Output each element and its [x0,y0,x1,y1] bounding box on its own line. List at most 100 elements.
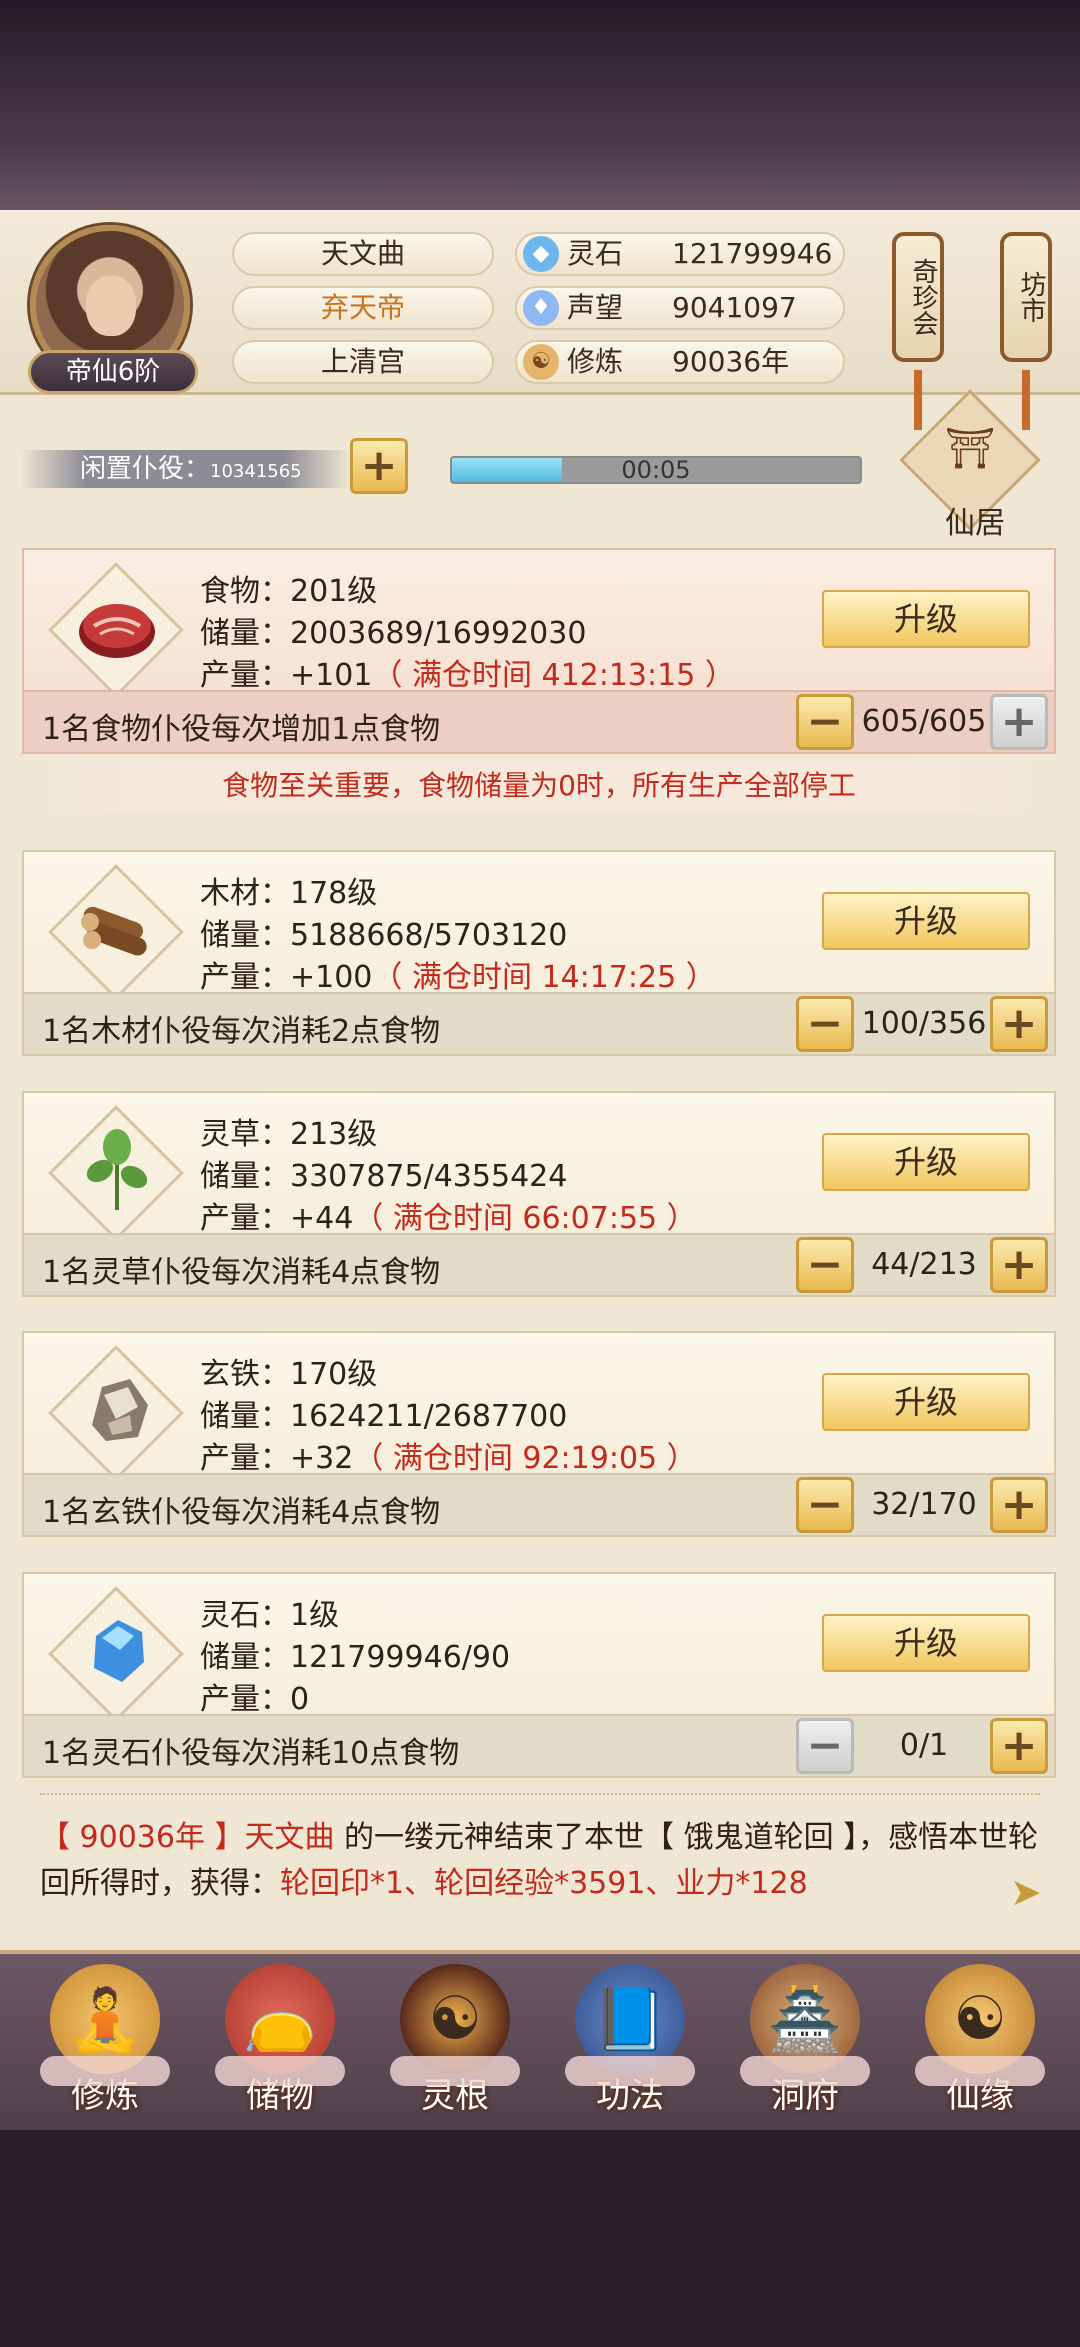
resource-card-food: 食物：201级 储量：2003689/16992030 产量：+101（ 满仓时… [22,548,1056,754]
worker-description: 1名灵石仆役每次消耗10点食物 [42,1736,460,1771]
plus-icon: + [360,440,398,491]
resource-card-herb: 灵草：213级 储量：3307875/4355424 产量：+44（ 满仓时间 … [22,1091,1056,1297]
minus-icon: − [806,1479,844,1530]
worker-count: 32/170 [871,1487,977,1522]
resource-storage: 储量：1624211/2687700 [200,1399,568,1434]
player-name: 天文曲 [232,232,494,276]
tassel-decoration [914,370,922,430]
resource-level: 灵石：1级 [200,1598,340,1633]
divider [40,1793,1040,1803]
decrease-worker-button[interactable]: − [796,694,854,750]
log-player-name: 天文曲 [244,1820,335,1855]
idle-workers: 闲置仆役：10341565 [20,450,350,488]
log-rewards: 轮回印*1、轮回经验*3591、业力*128 [280,1866,808,1901]
increase-worker-button[interactable]: + [990,996,1048,1052]
full-time: （ 满仓时间 92:19:05 ） [353,1441,697,1476]
resource-card-wood: 木材：178级 储量：5188668/5703120 产量：+100（ 满仓时间… [22,850,1056,1056]
worker-description: 1名木材仆役每次消耗2点食物 [42,1014,441,1049]
worker-description: 1名食物仆役每次增加1点食物 [42,712,441,747]
market-label: 坊市 [1016,271,1046,323]
decrease-worker-button[interactable]: − [796,1718,854,1774]
nav-spirit-root[interactable]: ☯ 灵根 [380,1964,530,2124]
minus-icon: − [806,1239,844,1290]
reputation-icon: ♦ [523,290,559,326]
resource-storage: 储量：121799946/90 [200,1640,511,1675]
player-title: 弃天帝 [232,286,494,330]
nav-technique[interactable]: 📘 功法 [555,1964,705,2124]
resource-level: 木材：178级 [200,876,378,911]
event-log: 【 90036年 】天文曲 的一缕元神结束了本世【 饿鬼道轮回 】，感悟本世轮回… [40,1815,1040,1907]
worker-count: 44/213 [871,1247,977,1282]
nav-storage[interactable]: 👝 储物 [205,1964,355,2124]
worker-bar: 1名木材仆役每次消耗2点食物 − 100/356 + [24,992,1054,1054]
market-button[interactable]: 坊市 [1000,232,1052,362]
resource-card-iron: 玄铁：170级 储量：1624211/2687700 产量：+32（ 满仓时间 … [22,1331,1056,1537]
rank-badge: 帝仙6阶 [28,350,198,394]
stat-spirit-stone: ◆ 灵石 121799946 [515,232,845,276]
upgrade-button[interactable]: 升级 [822,1614,1030,1672]
worker-count: 100/356 [861,1006,987,1041]
resource-level: 灵草：213级 [200,1117,378,1152]
stat-cultivation: ☯ 修炼 90036年 [515,340,845,384]
upgrade-button[interactable]: 升级 [822,1373,1030,1431]
increase-worker-button[interactable]: + [990,1718,1048,1774]
nav-immortal-fate[interactable]: ☯ 仙缘 [905,1964,1055,2124]
progress-timer: 00:05 [621,456,691,484]
iron-ore-icon [48,1345,184,1481]
nav-cave-dwelling[interactable]: 🏯 洞府 [730,1964,880,2124]
plus-icon: + [1000,1479,1038,1530]
player-sect: 上清宫 [232,340,494,384]
increase-worker-button[interactable]: + [990,694,1048,750]
add-worker-button[interactable]: + [350,438,408,494]
minus-icon: − [806,998,844,1049]
cultivation-icon: ☯ [523,344,559,380]
full-time: （ 满仓时间 412:13:15 ） [372,658,735,693]
recruit-progress-bar: 00:05 [450,456,862,484]
pagoda-icon: ⛩ [944,426,996,472]
upgrade-button[interactable]: 升级 [822,1133,1030,1191]
resource-yield: 产量：+32（ 满仓时间 92:19:05 ） [200,1441,697,1476]
food-warning: 食物至关重要，食物储量为0时，所有生产全部停工 [22,760,1056,812]
plus-icon: + [1000,1720,1038,1771]
upgrade-button[interactable]: 升级 [822,590,1030,648]
decrease-worker-button[interactable]: − [796,1237,854,1293]
resource-yield: 产量：0 [200,1682,310,1717]
spirit-stone-icon: ◆ [523,236,559,272]
worker-description: 1名玄铁仆役每次消耗4点食物 [42,1495,441,1530]
resource-yield: 产量：+101（ 满仓时间 412:13:15 ） [200,658,735,693]
bottom-nav: 🧘 修炼 👝 储物 ☯ 灵根 📘 功法 🏯 洞府 ☯ 仙缘 [0,1950,1080,2130]
resource-card-spirit-stone: 灵石：1级 储量：121799946/90 产量：0 升级 1名灵石仆役每次消耗… [22,1572,1056,1778]
avatar-face [86,276,136,336]
resource-level: 食物：201级 [200,574,378,609]
plus-icon: + [1000,998,1038,1049]
crystal-icon [48,1586,184,1722]
resource-storage: 储量：2003689/16992030 [200,616,587,651]
worker-bar: 1名玄铁仆役每次消耗4点食物 − 32/170 + [24,1473,1054,1535]
nav-cultivate[interactable]: 🧘 修炼 [30,1964,180,2124]
idle-workers-count: 10341565 [210,461,302,482]
meat-icon [48,562,184,698]
residence-label: 仙居 [945,506,1005,541]
herb-icon [48,1105,184,1241]
full-time: （ 满仓时间 66:07:55 ） [353,1201,697,1236]
worker-bar: 1名灵草仆役每次消耗4点食物 − 44/213 + [24,1233,1054,1295]
increase-worker-button[interactable]: + [990,1237,1048,1293]
plus-icon: + [1000,696,1038,747]
stat-reputation: ♦ 声望 9041097 [515,286,845,330]
worker-bar: 1名食物仆役每次增加1点食物 − 605/605 + [24,690,1054,752]
minus-icon: − [806,696,844,747]
resource-level: 玄铁：170级 [200,1357,378,1392]
bottom-background [0,2130,1080,2347]
increase-worker-button[interactable]: + [990,1477,1048,1533]
wood-icon [48,864,184,1000]
upgrade-button[interactable]: 升级 [822,892,1030,950]
treasure-pavilion-button[interactable]: 奇珍会 [892,232,944,362]
decrease-worker-button[interactable]: − [796,996,854,1052]
resource-storage: 储量：5188668/5703120 [200,918,568,953]
full-time: （ 满仓时间 14:17:25 ） [372,960,716,995]
arrow-right-icon[interactable]: ➤ [1010,1870,1042,1914]
worker-count: 605/605 [861,704,987,739]
top-background [0,0,1080,210]
decrease-worker-button[interactable]: − [796,1477,854,1533]
resource-storage: 储量：3307875/4355424 [200,1159,568,1194]
